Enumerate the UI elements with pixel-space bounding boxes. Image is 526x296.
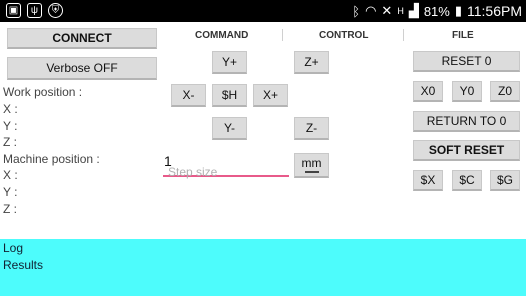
clock: 11:56PM — [467, 3, 522, 19]
jog-z-plus-button[interactable]: Z+ — [294, 51, 329, 74]
battery-icon: ▮ — [454, 3, 462, 18]
file-header: FILE — [452, 30, 474, 41]
jog-x-minus-button[interactable]: X- — [171, 84, 206, 107]
jog-y-minus-button[interactable]: Y- — [212, 117, 247, 140]
jog-y-plus-button[interactable]: Y+ — [212, 51, 247, 74]
work-y-label: Y : — [3, 119, 18, 133]
parser-state-button[interactable]: $G — [490, 170, 520, 191]
header-divider — [282, 29, 283, 41]
zero-x-button[interactable]: X0 — [413, 81, 443, 102]
mute-icon: ✕ — [381, 3, 393, 18]
bluetooth-icon: ᛒ — [352, 3, 361, 19]
signal-icon: ▟ — [408, 3, 419, 18]
battery-text: 81% — [423, 3, 450, 19]
reset-zero-button[interactable]: RESET 0 — [413, 51, 520, 72]
zero-z-button[interactable]: Z0 — [490, 81, 520, 102]
unlock-button[interactable]: $X — [413, 170, 443, 191]
log-results: Results — [3, 258, 44, 272]
log-panel[interactable]: Log Results — [0, 239, 526, 296]
machine-z-label: Z : — [3, 202, 17, 216]
log-title: Log — [3, 241, 24, 255]
work-z-label: Z : — [3, 135, 17, 149]
network-type: H — [397, 6, 404, 16]
unit-select[interactable]: mm — [294, 153, 329, 178]
command-header: COMMAND — [195, 30, 249, 41]
connect-button[interactable]: CONNECT — [7, 28, 157, 49]
work-x-label: X : — [3, 102, 18, 116]
gallery-icon: ▣ — [6, 3, 21, 18]
check-mode-button[interactable]: $C — [452, 170, 482, 191]
dropdown-indicator — [304, 171, 319, 173]
shield-icon: ⛨ — [48, 3, 63, 18]
zero-y-button[interactable]: Y0 — [452, 81, 482, 102]
header-divider — [403, 29, 404, 41]
jog-x-plus-button[interactable]: X+ — [253, 84, 288, 107]
machine-x-label: X : — [3, 168, 18, 182]
control-header: CONTROL — [319, 30, 369, 41]
home-button[interactable]: $H — [212, 84, 247, 107]
return-to-zero-button[interactable]: RETURN TO 0 — [413, 111, 520, 132]
verbose-toggle-button[interactable]: Verbose OFF — [7, 57, 157, 80]
jog-z-minus-button[interactable]: Z- — [294, 117, 329, 140]
usb-icon: ψ — [27, 3, 42, 18]
step-size-placeholder: Step size — [168, 165, 218, 179]
machine-position-label: Machine position : — [3, 152, 100, 166]
work-position-label: Work position : — [3, 85, 83, 99]
status-bar: ▣ ψ ⛨ ᛒ ◠ ✕ H ▟ 81% ▮ 11:56PM — [0, 0, 526, 22]
step-size-input[interactable]: 1 Step size — [163, 153, 289, 179]
machine-y-label: Y : — [3, 185, 18, 199]
wifi-icon: ◠ — [365, 3, 377, 18]
unit-select-label: mm — [301, 156, 322, 170]
soft-reset-button[interactable]: SOFT RESET — [413, 140, 520, 161]
